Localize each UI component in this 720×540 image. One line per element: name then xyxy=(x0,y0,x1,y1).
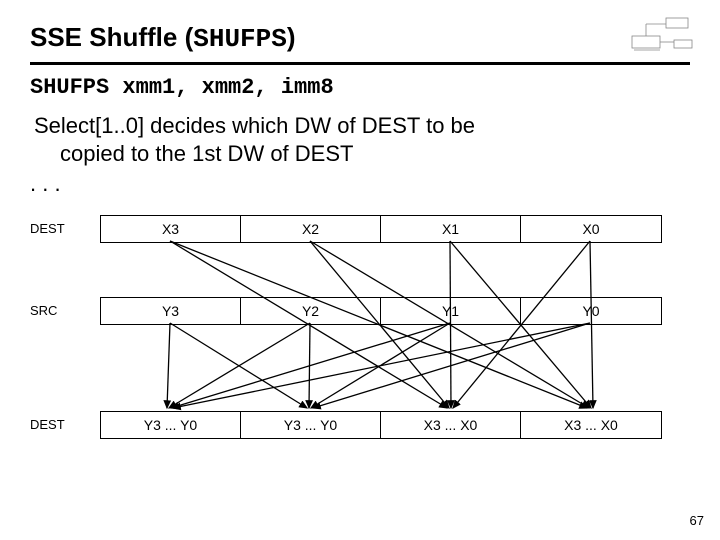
title-mnemonic: SHUFPS xyxy=(193,24,287,54)
out-cell: Y3 ... Y0 xyxy=(101,412,241,438)
desc-line2: copied to the 1st DW of DEST xyxy=(34,140,690,168)
dest-cell: X3 xyxy=(101,216,241,242)
src-cell: Y1 xyxy=(381,298,521,324)
instruction-syntax: SHUFPS xmm1, xmm2, imm8 xyxy=(30,75,690,100)
decor-hw-diagram xyxy=(630,14,700,54)
ellipsis: . . . xyxy=(30,171,690,197)
description: Select[1..0] decides which DW of DEST to… xyxy=(30,112,690,167)
src-cell: Y3 xyxy=(101,298,241,324)
label-dest: DEST xyxy=(30,221,65,236)
out-cell: X3 ... X0 xyxy=(381,412,521,438)
label-destout: DEST xyxy=(30,417,65,432)
dest-cell: X2 xyxy=(241,216,381,242)
title-suffix: ) xyxy=(287,22,296,52)
src-cell: Y0 xyxy=(521,298,661,324)
dest-cell: X0 xyxy=(521,216,661,242)
dest-register: X3 X2 X1 X0 xyxy=(100,215,662,243)
out-cell: Y3 ... Y0 xyxy=(241,412,381,438)
dest-cell: X1 xyxy=(381,216,521,242)
slide-title: SSE Shuffle (SHUFPS) xyxy=(30,22,690,65)
src-register: Y3 Y2 Y1 Y0 xyxy=(100,297,662,325)
label-src: SRC xyxy=(30,303,57,318)
out-cell: X3 ... X0 xyxy=(521,412,661,438)
src-cell: Y2 xyxy=(241,298,381,324)
page-number: 67 xyxy=(690,513,704,528)
destout-register: Y3 ... Y0 Y3 ... Y0 X3 ... X0 X3 ... X0 xyxy=(100,411,662,439)
shuffle-diagram: DEST X3 X2 X1 X0 SRC Y3 Y2 Y1 Y0 DEST Y3… xyxy=(30,215,690,475)
title-prefix: SSE Shuffle ( xyxy=(30,22,193,52)
desc-line1: Select[1..0] decides which DW of DEST to… xyxy=(34,113,475,138)
